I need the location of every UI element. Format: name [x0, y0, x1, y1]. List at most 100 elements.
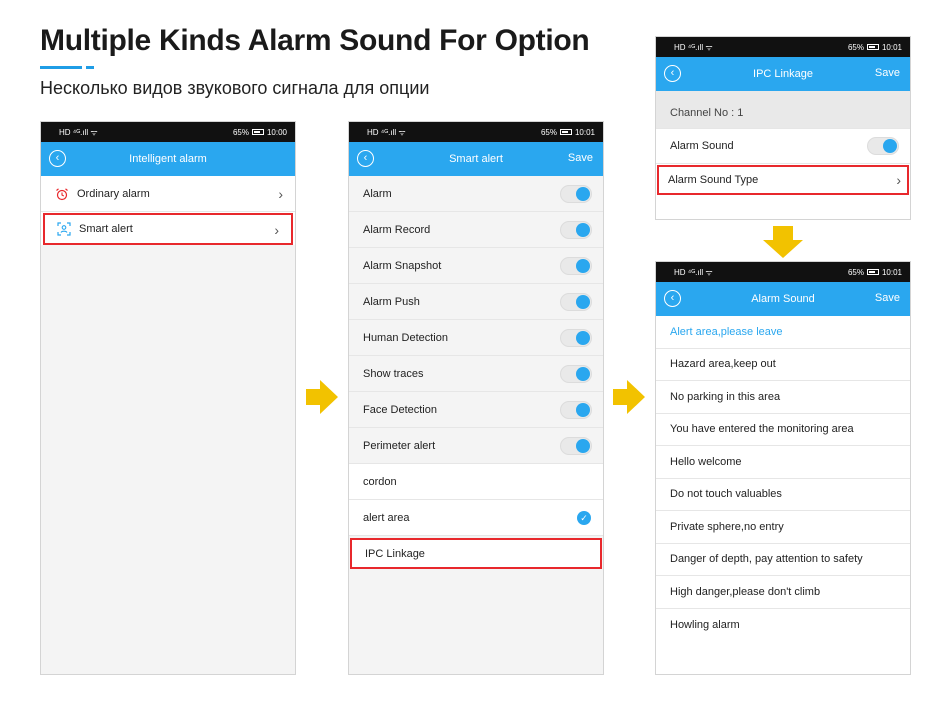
battery-percent: 65%: [847, 42, 864, 52]
face-scan-icon: [57, 222, 71, 236]
app-bar: ‹ Intelligent alarm: [41, 142, 295, 176]
setting-label: IPC Linkage: [365, 547, 425, 560]
alarm-toggle[interactable]: [560, 185, 592, 203]
app-bar: ‹ Alarm Sound Save: [656, 282, 910, 316]
back-button[interactable]: ‹: [664, 290, 681, 307]
setting-alarm-sound-type[interactable]: Alarm Sound Type ›: [657, 165, 909, 195]
setting-label: Alarm: [363, 187, 392, 200]
battery-icon: [559, 129, 572, 135]
screen-title: IPC Linkage: [753, 68, 813, 80]
setting-human-detection: Human Detection: [349, 320, 603, 356]
page-title: Multiple Kinds Alarm Sound For Option: [40, 24, 590, 57]
setting-alarm-sound: Alarm Sound: [656, 129, 910, 164]
list-item-label: Smart alert: [79, 223, 133, 235]
alarm-record-toggle[interactable]: [560, 221, 592, 239]
setting-label: Alarm Snapshot: [363, 259, 442, 272]
save-button[interactable]: Save: [875, 292, 900, 304]
back-button[interactable]: ‹: [49, 150, 66, 167]
setting-alarm-record: Alarm Record: [349, 212, 603, 248]
sound-label: Howling alarm: [670, 618, 740, 631]
sound-label: No parking in this area: [670, 390, 781, 403]
chevron-left-icon: ‹: [363, 152, 368, 164]
screen-title: Alarm Sound: [751, 293, 815, 305]
sound-option[interactable]: No parking in this area: [656, 381, 910, 414]
face-detection-toggle[interactable]: [560, 401, 592, 419]
status-bar: HD ⁴ᴳ.ıll ᯤ 65% 10:01: [349, 122, 603, 142]
channel-number: Channel No : 1: [656, 91, 910, 129]
sound-option[interactable]: Danger of depth, pay attention to safety: [656, 544, 910, 576]
setting-ipc-linkage[interactable]: IPC Linkage: [350, 538, 602, 569]
status-time: 10:01: [881, 42, 902, 52]
chevron-left-icon: ‹: [670, 292, 675, 304]
settings-list: Alarm Alarm Record Alarm Snapshot Alarm …: [349, 176, 603, 569]
screen-title: Intelligent alarm: [129, 153, 207, 165]
sound-label: Hello welcome: [670, 455, 742, 468]
sound-option[interactable]: Private sphere,no entry: [656, 511, 910, 544]
sound-label: Private sphere,no entry: [670, 520, 784, 533]
checkmark-icon: ✓: [577, 511, 591, 525]
perimeter-alert-toggle[interactable]: [560, 437, 592, 455]
human-detection-toggle[interactable]: [560, 329, 592, 347]
sound-option[interactable]: Howling alarm: [656, 609, 910, 642]
alarm-snapshot-toggle[interactable]: [560, 257, 592, 275]
back-button[interactable]: ‹: [664, 65, 681, 82]
battery-percent: 65%: [540, 127, 557, 137]
alarm-push-toggle[interactable]: [560, 293, 592, 311]
status-bar: HD ⁴ᴳ.ıll ᯤ 65% 10:00: [41, 122, 295, 142]
status-bar: HD ⁴ᴳ.ıll ᯤ 65% 10:01: [656, 262, 910, 282]
setting-label: Alarm Sound: [670, 140, 734, 152]
app-bar: ‹ Smart alert Save: [349, 142, 603, 176]
page-subtitle: Несколько видов звукового сигнала для оп…: [40, 78, 430, 98]
phone-ipc-linkage: HD ⁴ᴳ.ıll ᯤ 65% 10:01 ‹ IPC Linkage Save …: [655, 36, 911, 220]
sound-option[interactable]: Do not touch valuables: [656, 479, 910, 511]
battery-icon: [251, 129, 264, 135]
save-button[interactable]: Save: [568, 152, 593, 164]
setting-show-traces: Show traces: [349, 356, 603, 392]
sound-option[interactable]: High danger,please don't climb: [656, 576, 910, 609]
signal-indicators: HD ⁴ᴳ.ıll ᯤ: [59, 127, 98, 137]
sound-label: You have entered the monitoring area: [670, 423, 854, 436]
channel-label: Channel No : 1: [670, 106, 744, 119]
status-time: 10:01: [574, 127, 595, 137]
sound-option-selected[interactable]: Alert area,please leave: [656, 316, 910, 349]
list-item-ordinary-alarm[interactable]: Ordinary alarm ›: [41, 176, 295, 212]
sound-label: Do not touch valuables: [670, 488, 782, 501]
sound-list: Alert area,please leave Hazard area,keep…: [656, 316, 910, 641]
arrow-down-icon: [763, 226, 803, 258]
setting-face-detection: Face Detection: [349, 392, 603, 428]
battery-percent: 65%: [847, 267, 864, 277]
status-time: 10:00: [266, 127, 287, 137]
setting-perimeter-alert: Perimeter alert: [349, 428, 603, 464]
setting-cordon[interactable]: cordon: [349, 464, 603, 500]
signal-indicators: HD ⁴ᴳ.ıll ᯤ: [367, 127, 406, 137]
setting-label: cordon: [363, 475, 397, 488]
battery-percent: 65%: [232, 127, 249, 137]
setting-label: Alarm Push: [363, 295, 420, 308]
chevron-right-icon: ›: [896, 172, 901, 188]
save-button[interactable]: Save: [875, 67, 900, 79]
setting-label: Alarm Sound Type: [668, 174, 759, 186]
app-bar: ‹ IPC Linkage Save: [656, 57, 910, 91]
setting-label: Human Detection: [363, 331, 448, 344]
sound-label: High danger,please don't climb: [670, 585, 821, 598]
alarm-clock-icon: [55, 187, 69, 201]
phone-smart-alert: HD ⁴ᴳ.ıll ᯤ 65% 10:01 ‹ Smart alert Save …: [348, 121, 604, 675]
chevron-left-icon: ‹: [55, 152, 60, 164]
alarm-sound-toggle[interactable]: [867, 137, 899, 155]
sound-option[interactable]: Hazard area,keep out: [656, 349, 910, 381]
arrow-right-icon: [613, 380, 645, 414]
back-button[interactable]: ‹: [357, 150, 374, 167]
sound-option[interactable]: Hello welcome: [656, 446, 910, 479]
sound-option[interactable]: You have entered the monitoring area: [656, 414, 910, 446]
setting-label: Show traces: [363, 367, 424, 380]
arrow-right-icon: [306, 380, 338, 414]
show-traces-toggle[interactable]: [560, 365, 592, 383]
title-underline: [40, 66, 96, 69]
chevron-left-icon: ‹: [670, 67, 675, 79]
list-item-smart-alert[interactable]: Smart alert ›: [43, 213, 293, 245]
status-bar: HD ⁴ᴳ.ıll ᯤ 65% 10:01: [656, 37, 910, 57]
sound-label: Danger of depth, pay attention to safety: [670, 553, 863, 566]
setting-alert-area[interactable]: alert area ✓: [349, 500, 603, 536]
sound-label: Hazard area,keep out: [670, 358, 776, 371]
setting-label: Perimeter alert: [363, 439, 436, 452]
